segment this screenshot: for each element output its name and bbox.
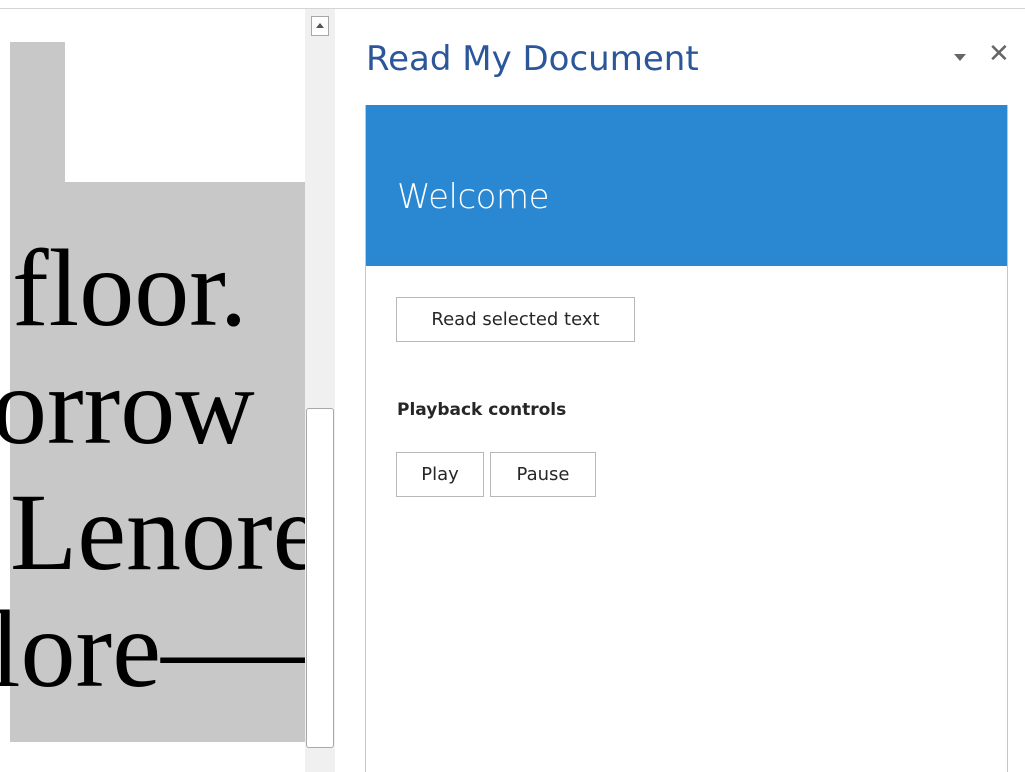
read-selected-text-button[interactable]: Read selected text xyxy=(396,297,635,342)
play-button[interactable]: Play xyxy=(396,452,484,497)
scroll-thumb[interactable] xyxy=(306,408,334,748)
document-line: orrow xyxy=(0,345,255,467)
selection-highlight-top xyxy=(10,42,65,187)
document-line: floor. xyxy=(12,227,248,349)
scroll-up-arrow-icon[interactable] xyxy=(311,16,329,36)
pane-title: Read My Document xyxy=(366,39,699,79)
task-pane: Read My Document ✕ Welcome Read selected… xyxy=(338,9,1025,772)
close-icon[interactable]: ✕ xyxy=(988,39,1010,69)
document-line: Lenore xyxy=(10,471,305,593)
welcome-heading: Welcome xyxy=(397,177,550,217)
vertical-scrollbar[interactable] xyxy=(305,9,335,772)
document-canvas[interactable]: floor. orrow Lenore lore—— xyxy=(0,9,305,772)
welcome-banner: Welcome xyxy=(366,105,1007,266)
chevron-down-icon[interactable] xyxy=(954,54,966,61)
playback-controls-label: Playback controls xyxy=(397,400,567,420)
pause-button[interactable]: Pause xyxy=(490,452,596,497)
addin-frame: Welcome Read selected text Playback cont… xyxy=(365,105,1008,772)
document-line: lore—— xyxy=(0,588,305,710)
